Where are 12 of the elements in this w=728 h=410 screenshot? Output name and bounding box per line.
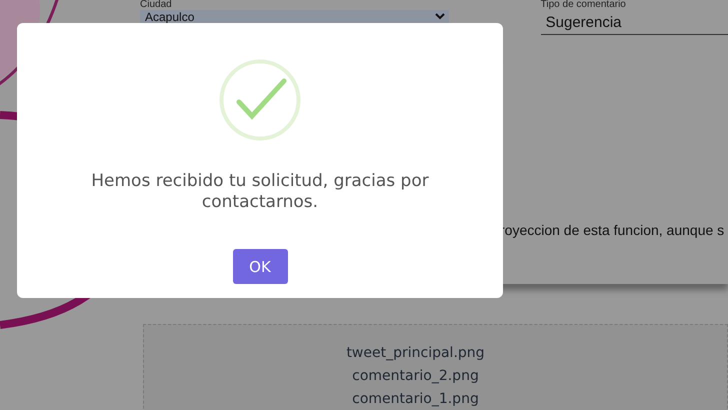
field-label: Tipo de comentario: [540, 0, 627, 10]
dialog-message: Hemos recibido tu solicitud, gracias por contactarnos.: [90, 171, 430, 213]
caret-icon: [434, 13, 445, 20]
city-select[interactable]: Acapulco: [140, 10, 449, 23]
file-name: comentario_2.png: [352, 367, 479, 386]
file-dropzone[interactable]: tweet_principal.png comentario_2.png comentario_1.png: [143, 324, 728, 410]
success-check-icon: [219, 59, 301, 141]
file-name: comentario_1.png: [352, 390, 479, 409]
ok-button[interactable]: OK: [232, 249, 288, 284]
field-label: Ciudad: [140, 0, 173, 10]
file-name: tweet_principal.png: [346, 344, 485, 363]
input-field[interactable]: Sugerencia: [540, 10, 728, 35]
